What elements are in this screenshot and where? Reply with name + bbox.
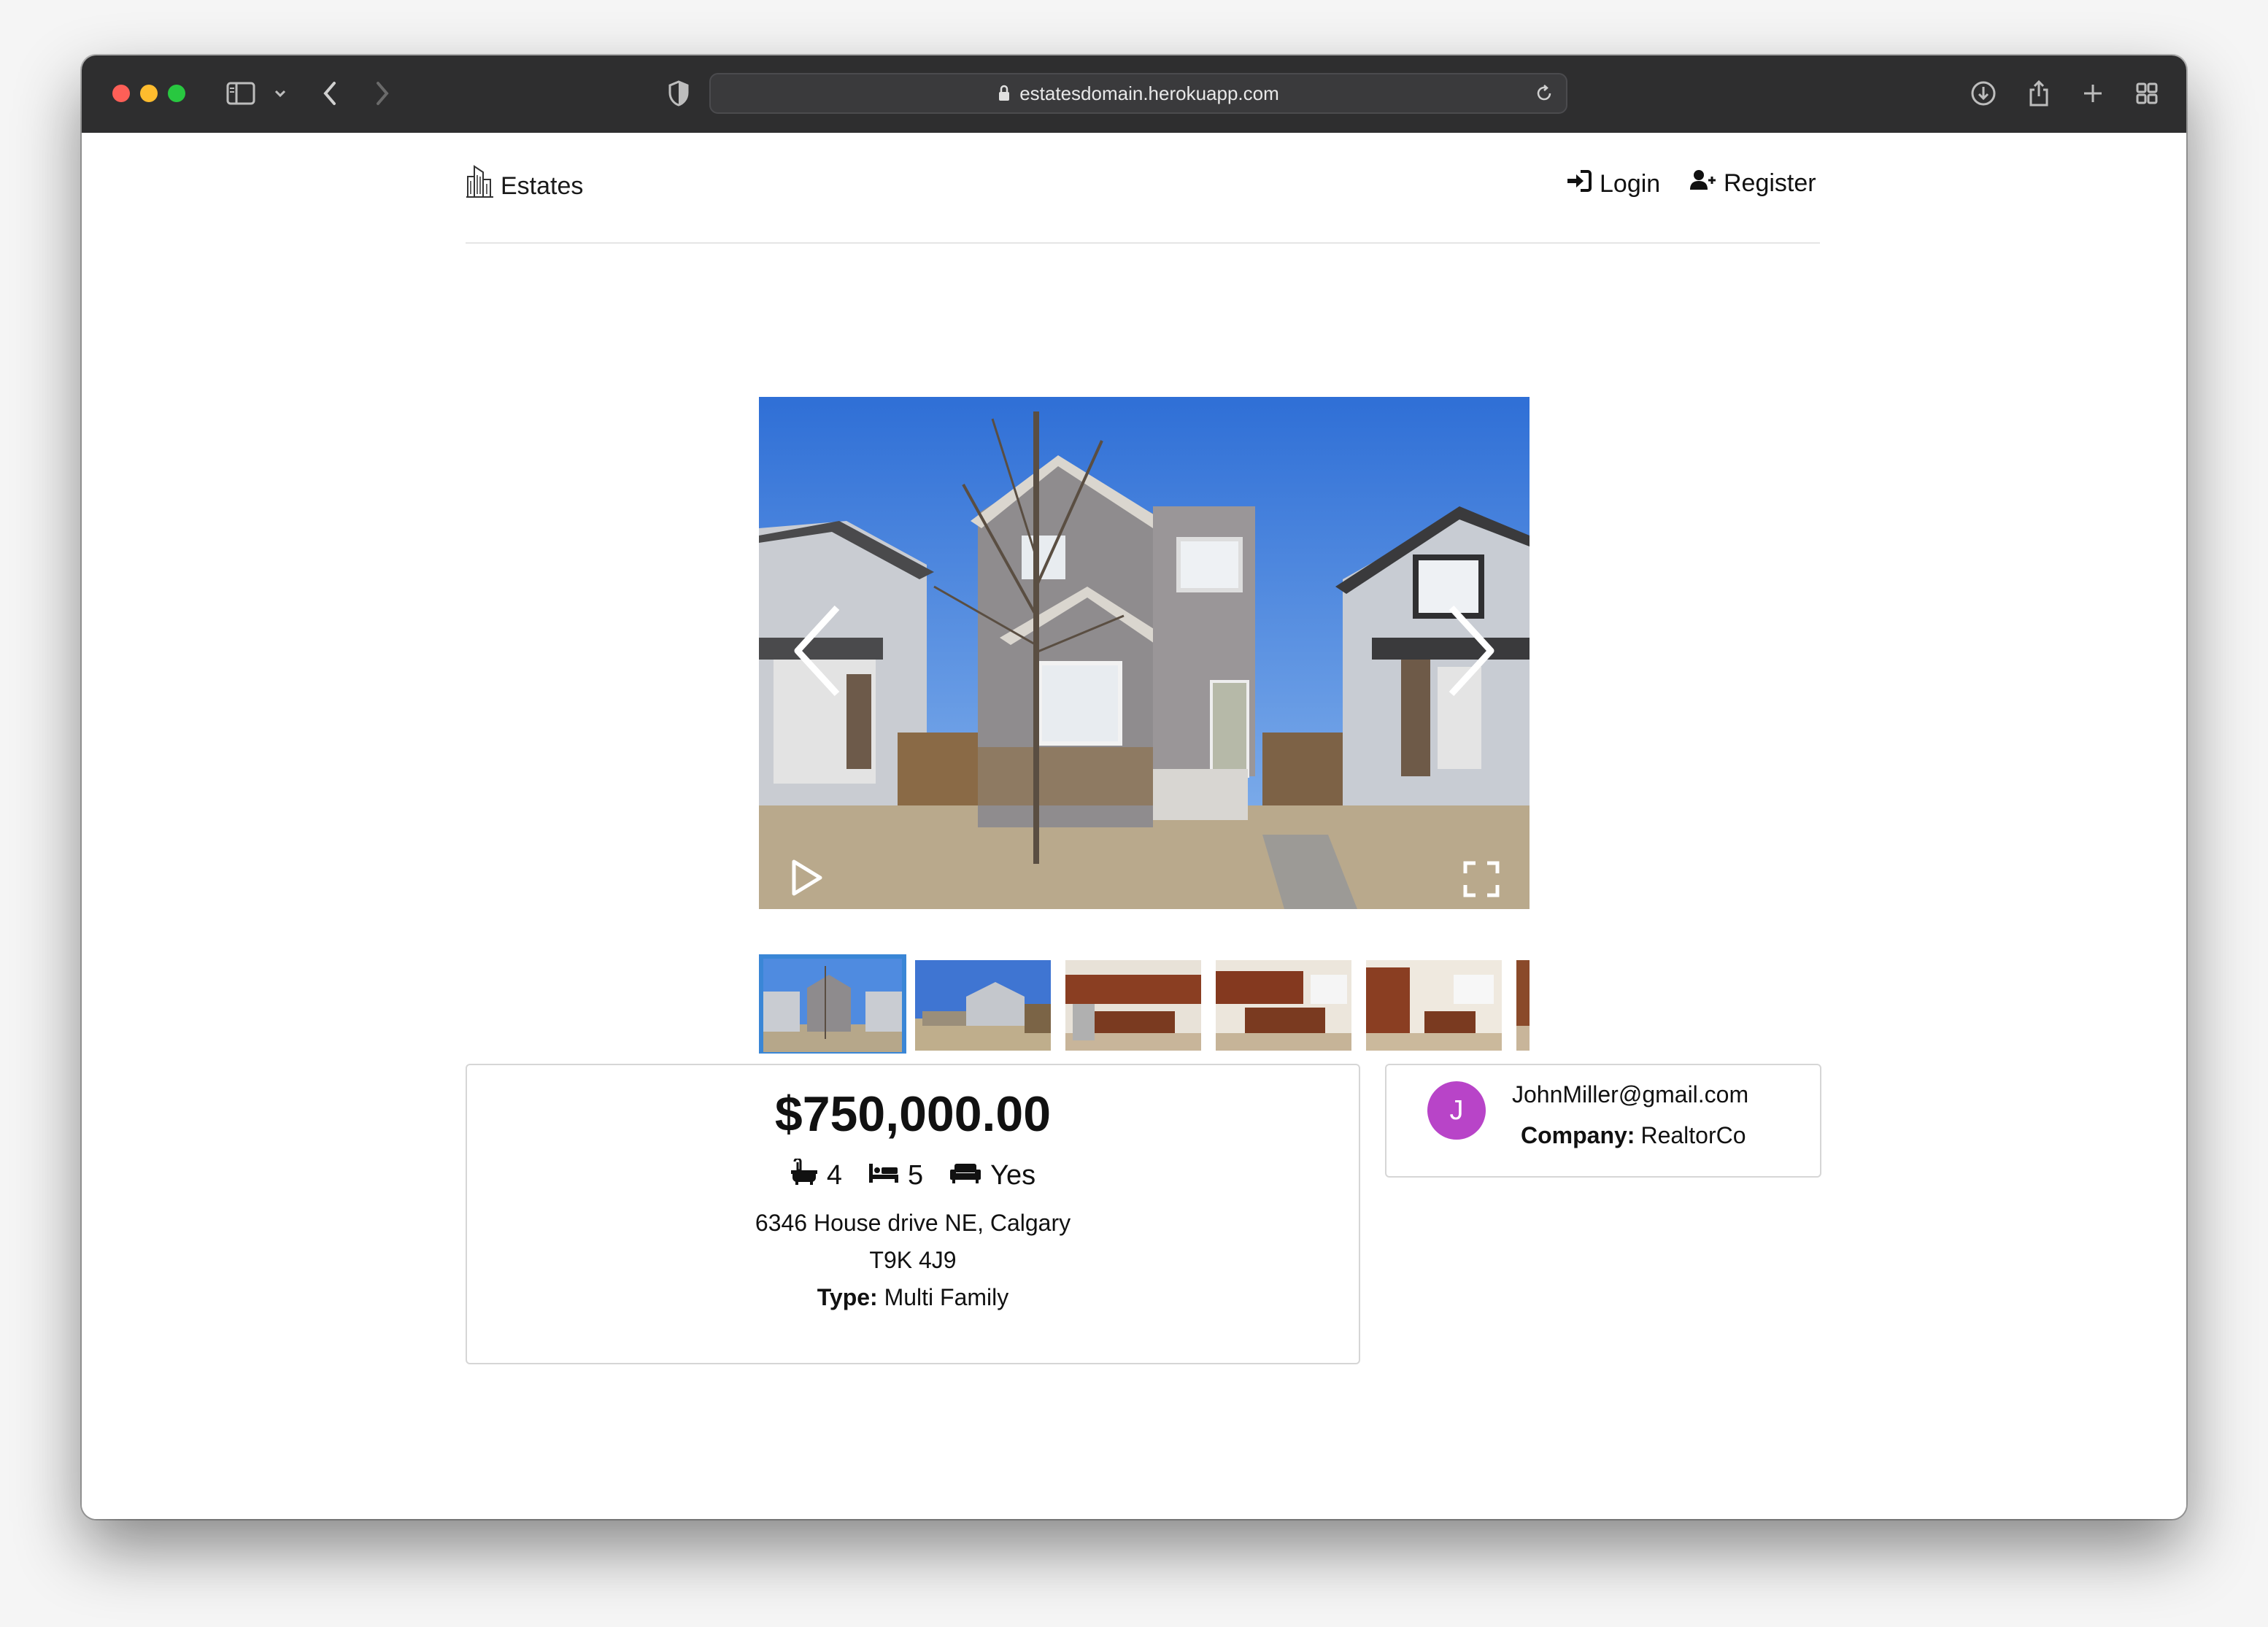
listing-type: Type: Multi Family — [467, 1284, 1359, 1311]
fullscreen-button[interactable] — [1462, 860, 1500, 902]
photo-thumbnail-strip — [759, 954, 1530, 1054]
zoom-window-button[interactable] — [168, 85, 185, 102]
bedrooms-feature: 5 — [868, 1160, 923, 1191]
user-plus-icon — [1690, 169, 1724, 198]
realtor-avatar: J — [1427, 1081, 1486, 1140]
forward-icon[interactable] — [366, 77, 398, 109]
realtor-company: Company: RealtorCo — [1521, 1122, 1746, 1149]
listing-type-label: Type: — [817, 1284, 878, 1310]
company-value: RealtorCo — [1640, 1122, 1746, 1148]
bedrooms-count: 5 — [908, 1159, 924, 1191]
minimize-window-button[interactable] — [140, 85, 158, 102]
download-icon[interactable] — [1967, 77, 1999, 109]
thumbnail-5[interactable] — [1366, 960, 1502, 1051]
previous-photo-button[interactable] — [788, 601, 846, 703]
fullscreen-icon — [1462, 861, 1500, 901]
thumbnail-6[interactable] — [1516, 960, 1530, 1051]
listing-address: 6346 House drive NE, Calgary — [755, 1210, 1071, 1236]
share-icon[interactable] — [2023, 77, 2055, 109]
listing-postal-code: T9K 4J9 — [869, 1247, 957, 1273]
register-label: Register — [1724, 169, 1816, 197]
brand-link[interactable]: Estates — [466, 162, 583, 202]
couch-icon — [949, 1160, 990, 1191]
slideshow-play-button[interactable] — [788, 857, 825, 902]
bathrooms-count: 4 — [826, 1159, 842, 1191]
listing-details-card: $750,000.00 4 5 Yes 6346 House drive NE,… — [466, 1064, 1360, 1364]
browser-toolbar: estatesdomain.herokuapp.com — [82, 55, 2186, 134]
furnished-value: Yes — [990, 1159, 1036, 1191]
bed-icon — [868, 1160, 908, 1191]
realtor-contact-card: J JohnMiller@gmail.com Company: RealtorCo — [1385, 1064, 1821, 1178]
buildings-logo-icon — [466, 162, 498, 202]
bath-icon — [790, 1157, 827, 1192]
new-tab-icon[interactable] — [2077, 77, 2109, 109]
thumbnail-1[interactable] — [759, 954, 906, 1054]
next-photo-button[interactable] — [1442, 601, 1500, 703]
login-label: Login — [1600, 170, 1661, 198]
play-icon — [788, 859, 825, 901]
url-text: estatesdomain.herokuapp.com — [1019, 82, 1279, 104]
web-page: Estates Login Register $750,000.00 4 5 Y… — [82, 133, 2186, 1519]
close-window-button[interactable] — [112, 85, 130, 102]
company-label: Company: — [1521, 1122, 1635, 1148]
lock-icon — [998, 85, 1011, 102]
thumbnail-4[interactable] — [1216, 960, 1351, 1051]
chevron-left-icon — [792, 603, 843, 702]
property-photo-carousel[interactable] — [759, 397, 1530, 909]
shield-icon[interactable] — [663, 77, 695, 109]
reload-icon[interactable] — [1534, 83, 1554, 107]
listing-features: 4 5 Yes — [467, 1157, 1359, 1192]
furnished-feature: Yes — [949, 1160, 1035, 1191]
chevron-down-icon[interactable] — [264, 77, 296, 109]
address-bar[interactable]: estatesdomain.herokuapp.com — [709, 73, 1567, 114]
site-navbar: Estates Login Register — [466, 133, 1820, 244]
chevron-right-icon — [1446, 603, 1497, 702]
sidebar-icon[interactable] — [225, 77, 257, 109]
house-exterior-photo — [759, 397, 1530, 909]
bathrooms-feature: 4 — [790, 1157, 842, 1192]
browser-window: estatesdomain.herokuapp.com Estates Logi… — [82, 55, 2186, 1519]
listing-price: $750,000.00 — [774, 1086, 1052, 1142]
tab-overview-icon[interactable] — [2131, 77, 2163, 109]
thumbnail-2[interactable] — [915, 960, 1051, 1051]
register-link[interactable]: Register — [1690, 169, 1816, 198]
sign-in-icon — [1566, 169, 1600, 199]
login-link[interactable]: Login — [1566, 169, 1660, 199]
realtor-email[interactable]: JohnMiller@gmail.com — [1512, 1081, 1748, 1108]
back-icon[interactable] — [314, 77, 346, 109]
listing-type-value: Multi Family — [884, 1284, 1009, 1310]
brand-name: Estates — [501, 172, 584, 200]
thumbnail-3[interactable] — [1065, 960, 1201, 1051]
